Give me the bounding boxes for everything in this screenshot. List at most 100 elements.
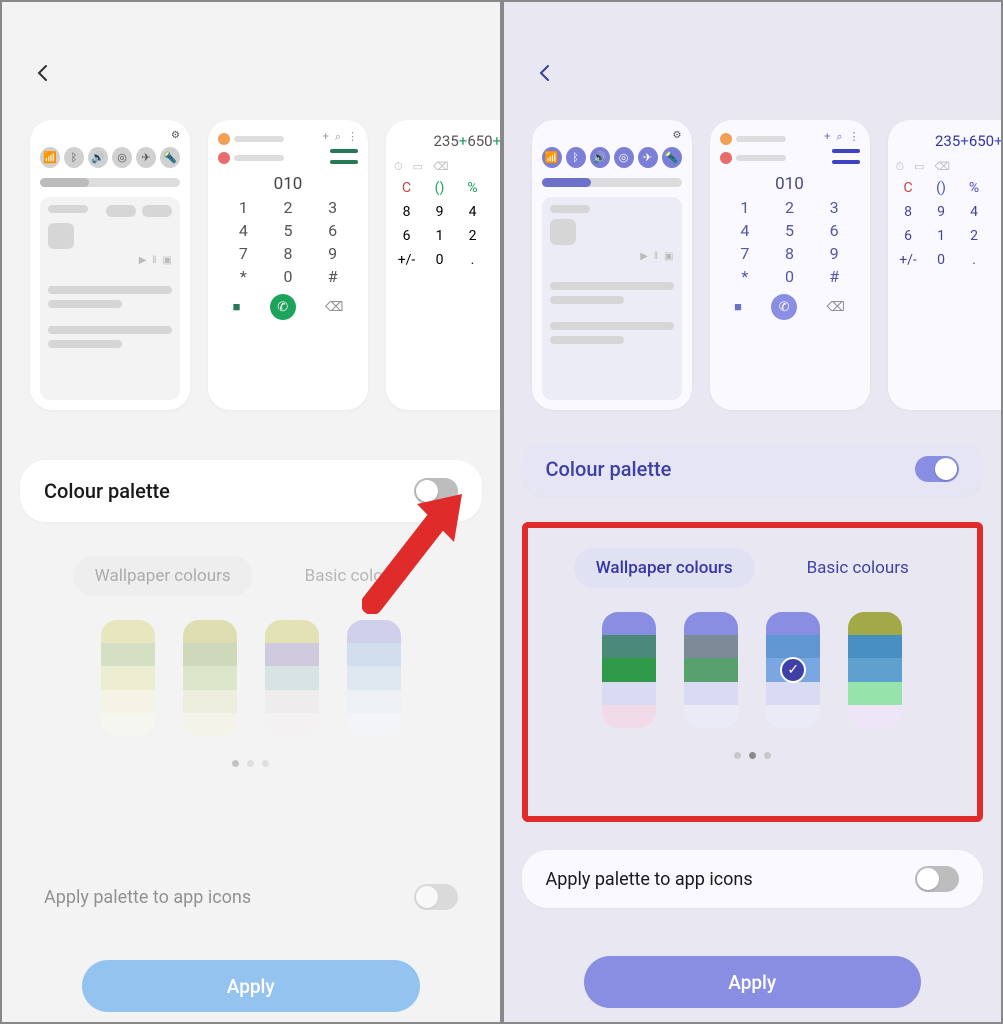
palette-swatch[interactable] [347, 620, 401, 736]
calculator-keypad: C()%789456123+/-0. [394, 180, 502, 268]
pager-dots [548, 752, 958, 759]
preview-quick-settings: ⚙ 📶 ᛒ 🔊 ◎ ✈ 🔦 ▶‖▣ [30, 120, 190, 410]
tab-wallpaper-colours[interactable]: Wallpaper colours [574, 548, 755, 588]
apply-icons-toggle[interactable] [414, 884, 458, 910]
colour-palette-label: Colour palette [546, 457, 672, 481]
calc-key: 2 [962, 228, 987, 244]
palette-swatch[interactable] [602, 612, 656, 728]
bluetooth-icon: ᛒ [566, 147, 586, 168]
theme-preview-row[interactable]: ⚙ 📶 ᛒ 🔊 ◎ ✈ 🔦 ▶‖▣ [532, 120, 1003, 410]
wifi-icon: 📶 [40, 147, 60, 168]
colour-palette-label: Colour palette [44, 479, 170, 503]
pager-dots [40, 760, 462, 767]
flashlight-icon: 🔦 [160, 147, 180, 168]
apply-icons-label: Apply palette to app icons [44, 887, 251, 908]
keypad-key: # [315, 267, 350, 286]
keypad-key: 4 [728, 221, 763, 240]
calc-key: 3 [493, 228, 502, 244]
calc-key: 8 [896, 204, 921, 220]
palette-swatch[interactable]: ✓ [766, 612, 820, 728]
colour-palette-toggle[interactable] [414, 478, 458, 504]
keypad-key: 8 [772, 244, 807, 263]
calculator-keypad: C()%789456123+/-0. [896, 180, 1003, 268]
calculator-expression: 235+650+37 [896, 132, 1003, 150]
notification-card: ▶‖▣ [40, 197, 180, 400]
airplane-icon: ✈ [136, 147, 156, 168]
palette-options: Wallpaper colours Basic colours [20, 540, 482, 820]
gps-icon: ◎ [112, 147, 132, 168]
apply-icons-row: Apply palette to app icons [522, 850, 984, 908]
keypad-key: 7 [728, 244, 763, 263]
colour-palette-row: Colour palette [522, 442, 984, 496]
call-button: ✆ [270, 294, 296, 320]
tab-wallpaper-colours[interactable]: Wallpaper colours [73, 556, 253, 596]
palette-swatch[interactable] [265, 620, 319, 736]
airplane-icon: ✈ [638, 147, 658, 168]
calc-key: () [427, 180, 452, 196]
keypad-key: 5 [772, 221, 807, 240]
calc-key: 4 [962, 204, 987, 220]
palette-swatch[interactable] [848, 612, 902, 728]
screen-palette-on: ⚙ 📶 ᛒ 🔊 ◎ ✈ 🔦 ▶‖▣ [502, 0, 1003, 1024]
notification-card: ▶‖▣ [542, 197, 682, 400]
gps-icon: ◎ [614, 147, 634, 168]
calc-key: 1 [929, 228, 954, 244]
apply-button[interactable]: Apply [82, 960, 420, 1012]
keypad-key: 6 [315, 221, 350, 240]
calc-key: 3 [995, 228, 1003, 244]
calc-key: % [460, 180, 485, 196]
tab-basic-colours[interactable]: Basic colours [785, 548, 931, 588]
apply-icons-label: Apply palette to app icons [546, 869, 753, 890]
dialer-keypad: 123456789*0# [218, 198, 358, 286]
calc-key: 0 [929, 252, 954, 268]
keypad-key: 2 [772, 198, 807, 217]
preview-dialer: +⌕⋮ 010 123456789*0# ■ ✆ ⌫ [208, 120, 368, 410]
colour-palette-toggle[interactable] [915, 456, 959, 482]
colour-palette-row: Colour palette [20, 460, 482, 522]
back-button[interactable] [532, 60, 558, 86]
calc-key: +/- [394, 252, 419, 268]
apply-icons-row: Apply palette to app icons [20, 868, 482, 926]
palette-swatch[interactable] [684, 612, 738, 728]
calc-key: 6 [394, 228, 419, 244]
calc-key: 8 [394, 204, 419, 220]
keypad-key: 3 [315, 198, 350, 217]
flashlight-icon: 🔦 [662, 147, 682, 168]
calc-key: 4 [460, 204, 485, 220]
keypad-key: * [226, 267, 261, 286]
calc-key: 5 [493, 204, 502, 220]
back-button[interactable] [30, 60, 56, 86]
keypad-key: 8 [271, 244, 306, 263]
apply-button[interactable]: Apply [584, 956, 922, 1008]
calc-key: 9 [929, 204, 954, 220]
keypad-key: 1 [226, 198, 261, 217]
calc-key: 7 [493, 180, 502, 196]
backspace-icon: ⌫ [826, 300, 844, 315]
keypad-key: 7 [226, 244, 261, 263]
calc-key: 1 [427, 228, 452, 244]
keypad-key: 9 [817, 244, 852, 263]
preview-quick-settings: ⚙ 📶 ᛒ 🔊 ◎ ✈ 🔦 ▶‖▣ [532, 120, 692, 410]
theme-preview-row[interactable]: ⚙ 📶 ᛒ 🔊 ◎ ✈ 🔦 ▶‖▣ [30, 120, 502, 410]
calc-key: . [460, 252, 485, 268]
backspace-icon: ⌫ [325, 300, 343, 315]
swatch-row-left [40, 620, 462, 736]
gear-icon: ⚙ [171, 130, 180, 141]
keypad-key: 1 [728, 198, 763, 217]
keypad-key: 0 [772, 267, 807, 286]
palette-swatch[interactable] [101, 620, 155, 736]
calc-key: () [929, 180, 954, 196]
calculator-expression: 235+650+37 [394, 132, 502, 150]
video-icon: ■ [734, 299, 742, 315]
calc-key: . [962, 252, 987, 268]
apply-icons-toggle[interactable] [915, 866, 959, 892]
tab-basic-colours[interactable]: Basic colours [283, 556, 429, 596]
calc-key: 5 [995, 204, 1003, 220]
call-button: ✆ [771, 294, 797, 320]
calc-key: 6 [896, 228, 921, 244]
calc-key: +/- [896, 252, 921, 268]
keypad-key: * [728, 267, 763, 286]
keypad-key: 9 [315, 244, 350, 263]
sound-icon: 🔊 [88, 147, 108, 168]
palette-swatch[interactable] [183, 620, 237, 736]
